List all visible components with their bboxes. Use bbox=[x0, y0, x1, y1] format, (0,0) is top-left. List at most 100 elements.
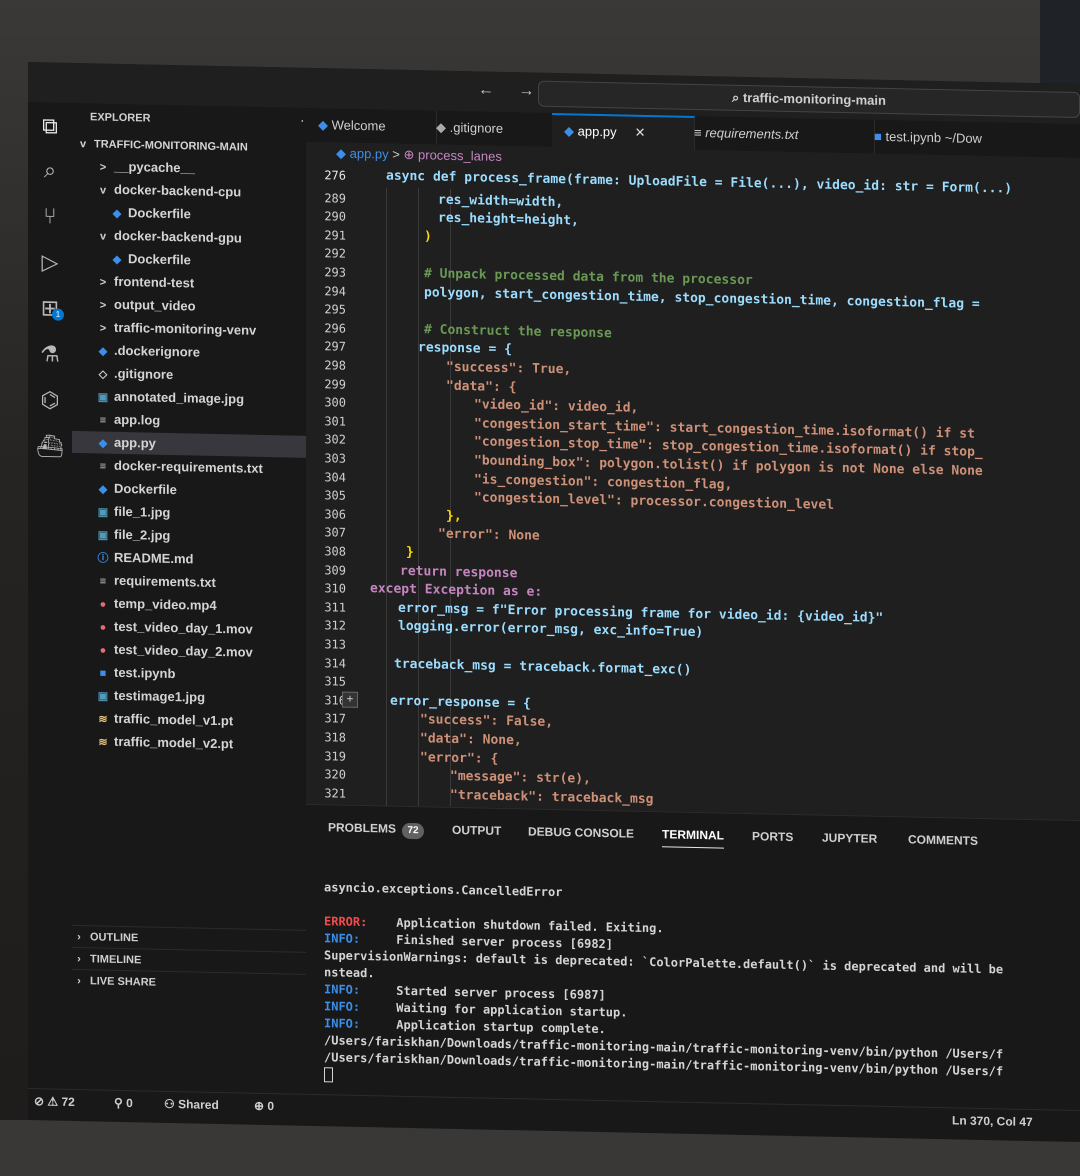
log-text: SupervisionWarnings: default is deprecat… bbox=[324, 948, 1004, 977]
tab-comments[interactable]: COMMENTS bbox=[908, 827, 978, 852]
tree-item-label: temp_video.mp4 bbox=[114, 595, 217, 613]
file-type-icon: > bbox=[99, 276, 107, 289]
tree-item-label: README.md bbox=[114, 549, 194, 567]
explorer-sidebar: EXPLORER ··· vTRAFFIC-MONITORING-MAIN >_… bbox=[72, 102, 314, 997]
tree-item-label: requirements.txt bbox=[114, 572, 216, 590]
tree-item-label: Dockerfile bbox=[114, 480, 177, 498]
chevron-right-icon: › bbox=[77, 953, 81, 966]
tree-item-label: docker-backend-gpu bbox=[114, 227, 242, 246]
chevron-right-icon: › bbox=[77, 931, 81, 944]
fold-button[interactable]: + bbox=[342, 691, 358, 708]
live-share-status[interactable]: ⚇ Shared bbox=[164, 1092, 219, 1117]
tab-app-py[interactable]: ◆ app.py ✕ bbox=[552, 112, 695, 150]
tree-item-label: .gitignore bbox=[114, 365, 174, 383]
run-debug-icon[interactable]: ▷ bbox=[34, 246, 66, 279]
tree-item-label: Dockerfile bbox=[128, 251, 191, 268]
docker-icon[interactable]: ⛴ bbox=[34, 430, 66, 463]
file-type-icon: ● bbox=[99, 644, 107, 657]
tree-item-label: annotated_image.jpg bbox=[114, 388, 245, 407]
code-line: traceback_msg = traceback.format_exc() bbox=[394, 656, 692, 678]
nav-arrows[interactable]: ← → bbox=[478, 81, 544, 100]
line-number: 321 bbox=[324, 786, 346, 801]
code-line: polygon, start_congestion_time, stop_con… bbox=[424, 284, 980, 312]
code-line: "congestion_level": processor.congestion… bbox=[474, 490, 835, 514]
log-text: asyncio.exceptions.CancelledError bbox=[324, 880, 563, 900]
tree-item-label: file_1.jpg bbox=[114, 503, 171, 520]
line-number: 276 bbox=[324, 168, 346, 183]
cursor-block bbox=[324, 1067, 333, 1083]
notifications-status[interactable]: ⊕ 0 bbox=[254, 1094, 274, 1118]
file-type-icon: ◇ bbox=[98, 368, 108, 381]
terminal-cursor[interactable] bbox=[324, 1066, 333, 1083]
cursor-position[interactable]: Ln 370, Col 47 bbox=[952, 1108, 1033, 1134]
breadcrumb-symbol[interactable]: ⊕ process_lanes bbox=[404, 147, 502, 164]
breadcrumb-separator: > bbox=[392, 146, 400, 162]
tree-item-label: docker-backend-cpu bbox=[114, 181, 242, 200]
tree-item-label: traffic_model_v2.pt bbox=[114, 733, 234, 752]
file-type-icon: ≋ bbox=[98, 736, 108, 749]
command-center[interactable]: ⌕ traffic-monitoring-main bbox=[538, 80, 1080, 119]
testing-icon[interactable]: ⚗ bbox=[34, 338, 66, 371]
file-type-icon: ▣ bbox=[97, 690, 109, 703]
tab-welcome[interactable]: ◆ Welcome bbox=[306, 107, 437, 145]
ports-status[interactable]: ⚲ 0 bbox=[114, 1091, 133, 1115]
source-control-icon[interactable]: ⑂ bbox=[34, 200, 66, 233]
breadcrumb-file[interactable]: ◆ app.py bbox=[336, 145, 389, 161]
tree-item-label: file_2.jpg bbox=[114, 526, 171, 543]
file-type-icon: ■ bbox=[99, 667, 107, 680]
file-type-icon: > bbox=[99, 299, 107, 312]
tab-label: Welcome bbox=[331, 117, 386, 134]
extensions-icon[interactable]: ⊞ 1 bbox=[34, 292, 66, 325]
file-type-icon: ▣ bbox=[97, 391, 109, 404]
code-area[interactable]: async def process_frame(frame: UploadFil… bbox=[366, 165, 1080, 820]
file-type-icon: > bbox=[99, 322, 107, 335]
tree-item[interactable]: ≋ traffic_model_v2.pt bbox=[72, 730, 306, 757]
log-level: INFO: bbox=[324, 931, 361, 946]
tab-label: test.ipynb ~/Dow bbox=[885, 128, 982, 146]
code-line: ) bbox=[424, 229, 432, 245]
remote-explorer-icon[interactable]: ⌬ bbox=[34, 384, 66, 417]
tab-label: requirements.txt bbox=[705, 125, 799, 143]
tree-item-label: docker-requirements.txt bbox=[114, 457, 263, 476]
file-type-icon: ◆ bbox=[98, 483, 108, 496]
file-type-icon: v bbox=[99, 230, 107, 243]
problems-status[interactable]: ⊘ ⚠ 72 bbox=[34, 1089, 75, 1114]
tree-item-label: test.ipynb bbox=[114, 664, 176, 682]
file-type-icon: v bbox=[99, 184, 107, 197]
file-type-icon: ≡ bbox=[99, 460, 107, 473]
tab-problems[interactable]: PROBLEMS 72 bbox=[328, 815, 425, 841]
tab-label: app.py bbox=[577, 123, 617, 140]
close-icon[interactable]: ✕ bbox=[635, 125, 646, 140]
code-editor[interactable]: 276 289 290 291 292 293 294 295 296 297 298 299 300 3… bbox=[306, 163, 1080, 821]
problems-count-badge: 72 bbox=[402, 822, 425, 840]
vscode-window: ← → ⌕ traffic-monitoring-main ⧉ ⌕ ⑂ ▷ ⊞ 1… bbox=[28, 62, 1080, 1143]
terminal-line: SupervisionWarnings: default is deprecat… bbox=[324, 947, 1003, 977]
tree-item-label: test_video_day_1.mov bbox=[114, 618, 253, 637]
problems-label: PROBLEMS bbox=[328, 820, 397, 836]
file-type-icon: ◆ bbox=[98, 345, 108, 358]
tab-test-ipynb[interactable]: ■ test.ipynb ~/Dow bbox=[862, 119, 1080, 159]
log-level: INFO: bbox=[324, 982, 361, 997]
live-share-section[interactable]: › LIVE SHARE bbox=[72, 968, 306, 997]
extensions-badge: 1 bbox=[52, 308, 64, 321]
search-icon[interactable]: ⌕ bbox=[34, 154, 66, 187]
tab-jupyter[interactable]: JUPYTER bbox=[822, 826, 877, 851]
file-type-icon: ≡ bbox=[99, 414, 107, 427]
notebook-icon: ■ bbox=[874, 128, 882, 144]
tab-ports[interactable]: PORTS bbox=[752, 824, 793, 849]
file-type-icon: ● bbox=[99, 598, 107, 611]
explorer-title: EXPLORER bbox=[90, 111, 151, 125]
text-file-icon: ≡ bbox=[694, 124, 702, 141]
terminal-line: asyncio.exceptions.CancelledError bbox=[324, 879, 562, 900]
python-icon: ◆ bbox=[564, 123, 574, 139]
explorer-icon[interactable]: ⧉ bbox=[34, 110, 66, 143]
tab-terminal[interactable]: TERMINAL bbox=[662, 822, 724, 849]
tab-requirements[interactable]: ≡ requirements.txt bbox=[682, 115, 875, 154]
tab-output[interactable]: OUTPUT bbox=[452, 818, 501, 843]
tree-item-label: traffic_model_v1.pt bbox=[114, 710, 234, 729]
tab-debug-console[interactable]: DEBUG CONSOLE bbox=[528, 819, 634, 845]
file-type-icon: > bbox=[99, 161, 107, 174]
code-line: res_height=height, bbox=[438, 210, 579, 229]
log-level: INFO: bbox=[324, 999, 361, 1014]
tab-gitignore[interactable]: ◆ .gitignore bbox=[424, 110, 565, 148]
